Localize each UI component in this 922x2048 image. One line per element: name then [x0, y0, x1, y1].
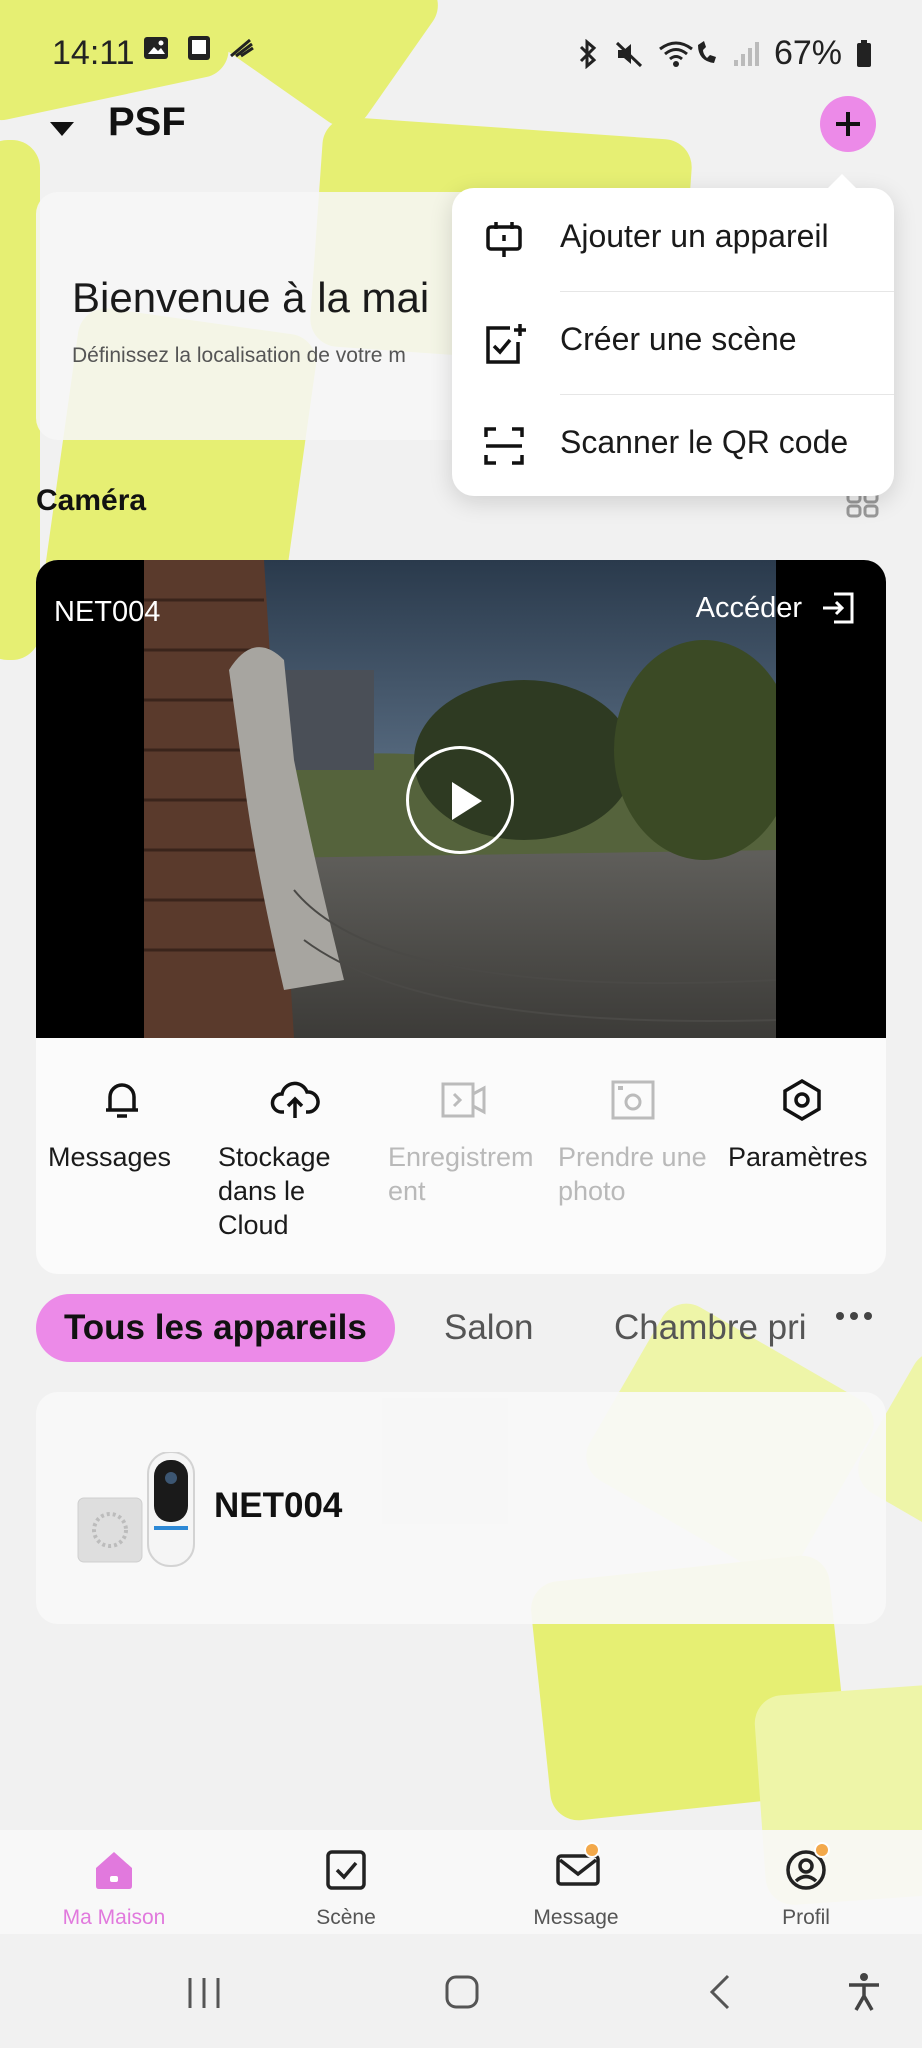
wifi-call-icon — [659, 40, 716, 67]
add-menu-popup: Ajouter un appareil Créer une scène Scan… — [452, 174, 894, 497]
room-tabs: Tous les appareils Salon Chambre pri — [36, 1294, 886, 1366]
more-dots-icon[interactable] — [834, 1310, 874, 1322]
bottom-navigation: Ma Maison Scène Message Profil — [0, 1830, 922, 1934]
system-navigation-bar — [0, 1936, 922, 2048]
nav-label: Profil — [782, 1906, 830, 1929]
action-label: Paramètres — [728, 1142, 868, 1172]
mute-icon — [615, 41, 642, 67]
bluetooth-icon — [579, 38, 597, 69]
menu-label: Scanner le QR code — [560, 424, 849, 460]
status-bar: 14:11 67% — [0, 0, 922, 104]
welcome-subtitle: Définissez la localisation de votre m — [72, 344, 406, 367]
scene-checkbox-icon — [326, 1850, 366, 1890]
scan-qr-icon — [484, 427, 524, 465]
create-scene-icon — [486, 324, 526, 364]
nav-message[interactable]: Message — [486, 1830, 666, 1934]
signal-slash-icon — [230, 38, 254, 58]
nav-profil[interactable]: Profil — [716, 1830, 896, 1934]
tab-chambre[interactable]: Chambre pri — [614, 1294, 824, 1362]
play-button[interactable] — [406, 746, 514, 854]
device-card[interactable]: NET004 — [36, 1392, 886, 1624]
home-switch-caret-icon[interactable] — [48, 120, 76, 138]
profile-badge-dot — [814, 1842, 830, 1858]
open-camera-button[interactable]: Accéder — [696, 590, 856, 626]
bell-icon — [106, 1083, 138, 1118]
recent-apps-icon[interactable] — [186, 1976, 222, 2010]
tab-salon[interactable]: Salon — [444, 1294, 534, 1362]
settings-hexagon-icon — [783, 1078, 821, 1122]
enter-icon — [823, 592, 854, 624]
camera-snapshot-icon — [611, 1080, 655, 1120]
doorbell-device-image — [77, 1452, 195, 1567]
nav-label: Ma Maison — [62, 1906, 166, 1929]
cell-signal-icon — [733, 41, 759, 66]
gallery-icon — [144, 37, 168, 59]
action-settings[interactable]: Paramètres — [716, 1038, 886, 1274]
nav-label: Scène — [316, 1906, 376, 1929]
camera-actions: Messages Stockage dans le Cloud Enregist… — [36, 1038, 886, 1274]
menu-add-device[interactable]: Ajouter un appareil — [452, 188, 894, 291]
home-system-icon[interactable] — [444, 1974, 480, 2010]
home-name[interactable]: PSF — [108, 98, 186, 146]
add-button[interactable] — [820, 96, 876, 152]
accessibility-icon[interactable] — [846, 1972, 882, 2012]
camera-video-preview[interactable]: NET004 Accéder — [36, 560, 886, 1038]
back-icon[interactable] — [708, 1974, 732, 2010]
welcome-title: Bienvenue à la mai — [72, 274, 430, 321]
nav-ma-maison[interactable]: Ma Maison — [24, 1830, 204, 1934]
menu-label: Créer une scène — [560, 321, 797, 357]
open-camera-label: Accéder — [695, 591, 802, 624]
cloud-upload-icon — [270, 1081, 320, 1118]
device-name: NET004 — [214, 1486, 343, 1525]
action-label: Stockage dans le Cloud — [218, 1142, 331, 1240]
tab-all-devices[interactable]: Tous les appareils — [36, 1294, 395, 1362]
nav-scene[interactable]: Scène — [256, 1830, 436, 1934]
action-cloud-storage[interactable]: Stockage dans le Cloud — [206, 1038, 376, 1274]
menu-label: Ajouter un appareil — [560, 218, 829, 254]
home-icon — [96, 1852, 132, 1889]
action-label: Enregistrem ent — [388, 1142, 534, 1206]
plus-icon — [836, 112, 860, 136]
nav-label: Message — [533, 1906, 619, 1929]
action-messages[interactable]: Messages — [36, 1038, 206, 1274]
message-unread-dot — [584, 1842, 600, 1858]
record-video-icon — [441, 1082, 486, 1118]
tablet-icon — [188, 36, 210, 60]
section-title: Caméra — [36, 484, 147, 517]
status-time: 14:11 — [52, 34, 135, 72]
menu-create-scene[interactable]: Créer une scène — [452, 291, 894, 394]
menu-scan-qr[interactable]: Scanner le QR code — [452, 394, 894, 497]
add-device-icon — [486, 222, 522, 257]
action-take-photo[interactable]: Prendre une photo — [546, 1038, 716, 1274]
battery-icon — [857, 39, 871, 67]
action-record[interactable]: Enregistrem ent — [376, 1038, 546, 1274]
battery-percent: 67% — [773, 34, 842, 72]
camera-card: NET004 Accéder Messages Stockage dans le… — [36, 560, 886, 1274]
status-notification-icons — [142, 34, 256, 62]
camera-name: NET004 — [54, 596, 161, 628]
app-header: PSF — [0, 96, 922, 178]
action-label: Prendre une photo — [558, 1142, 707, 1206]
action-label: Messages — [48, 1142, 172, 1172]
